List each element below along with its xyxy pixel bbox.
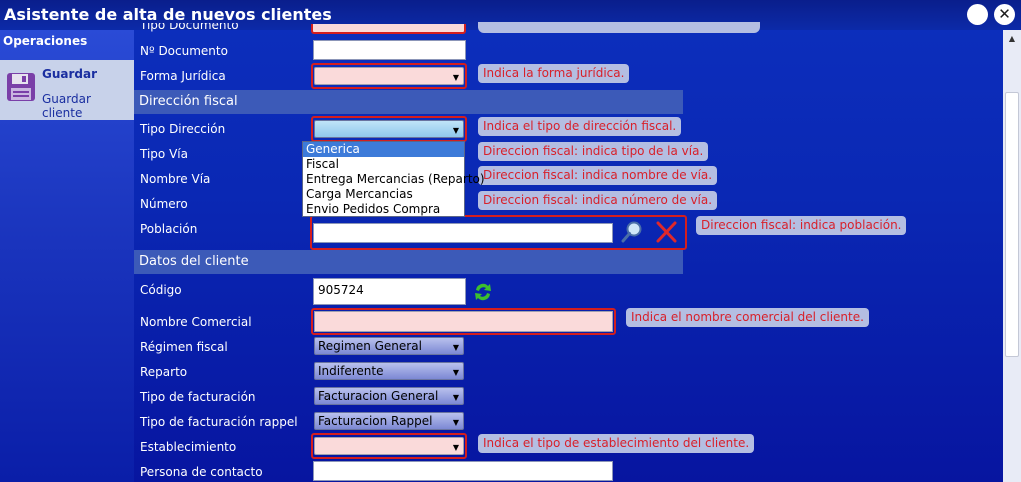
label-codigo: Código [140, 283, 182, 297]
label-numero: Número [140, 197, 188, 211]
chevron-down-icon: ▼ [452, 73, 459, 82]
close-button[interactable]: ✕ [994, 4, 1015, 25]
tipo-direccion-hint: Indica el tipo de dirección fiscal. [478, 117, 682, 136]
reparto-select[interactable]: Indiferente ▼ [314, 362, 464, 380]
tipo-facturacion-rappel-value: Facturacion Rappel [318, 414, 433, 428]
label-tipo-direccion: Tipo Dirección [140, 122, 226, 136]
nombre-via-hint: Direccion fiscal: indica nombre de vía. [478, 166, 718, 185]
help-button[interactable] [967, 4, 988, 25]
chevron-down-icon: ▼ [452, 126, 459, 135]
label-regimen-fiscal: Régimen fiscal [140, 340, 228, 354]
codigo-input[interactable]: 905724 [313, 278, 466, 305]
label-reparto: Reparto [140, 365, 188, 379]
reparto-value: Indiferente [318, 364, 384, 378]
label-tipo-facturacion: Tipo de facturación [140, 390, 256, 404]
operations-header: Operaciones [3, 34, 88, 48]
tipo-facturacion-select[interactable]: Facturacion General ▼ [314, 387, 464, 405]
persona-contacto-input[interactable] [313, 461, 613, 481]
poblacion-input[interactable] [313, 223, 613, 243]
section-datos-cliente: Datos del cliente [134, 250, 683, 274]
label-n-documento: Nº Documento [140, 44, 228, 58]
establecimiento-hint: Indica el tipo de establecimiento del cl… [478, 434, 755, 453]
label-persona-contacto: Persona de contacto [140, 465, 263, 479]
vertical-scrollbar[interactable]: ▲ [1003, 30, 1021, 482]
dropdown-option-entrega-mercancias[interactable]: Entrega Mercancias (Reparto) [303, 172, 485, 187]
scroll-up-arrow-icon[interactable]: ▲ [1003, 30, 1021, 47]
forma-juridica-hint: Indica la forma jurídica. [478, 64, 630, 83]
window-title: Asistente de alta de nuevos clientes [4, 5, 332, 24]
red-x-icon[interactable] [654, 220, 678, 244]
label-poblacion: Población [140, 222, 198, 236]
establecimiento-select[interactable]: ▼ [314, 437, 464, 455]
floppy-disk-icon [7, 73, 35, 101]
tipo-documento-hint [478, 22, 760, 33]
label-nombre-via: Nombre Vía [140, 172, 211, 186]
magnifier-icon[interactable] [621, 220, 643, 244]
label-tipo-via: Tipo Vía [140, 147, 188, 161]
label-forma-juridica: Forma Jurídica [140, 69, 226, 83]
tipo-documento-select[interactable] [311, 24, 466, 34]
label-establecimiento: Establecimiento [140, 440, 237, 454]
chevron-down-icon: ▼ [452, 368, 459, 377]
numero-hint: Direccion fiscal: indica número de vía. [478, 191, 718, 210]
tipo-direccion-dropdown-list: Generica Fiscal Entrega Mercancias (Repa… [302, 141, 485, 217]
regimen-fiscal-value: Regimen General [318, 339, 422, 353]
scrollbar-thumb[interactable] [1005, 92, 1019, 357]
tipo-facturacion-rappel-select[interactable]: Facturacion Rappel ▼ [314, 412, 464, 430]
save-operation[interactable]: Guardar Guardar cliente [0, 60, 134, 120]
chevron-down-icon: ▼ [452, 393, 459, 402]
chevron-down-icon: ▼ [452, 443, 459, 452]
nombre-comercial-input[interactable] [314, 311, 613, 332]
nombre-comercial-hint: Indica el nombre comercial del cliente. [626, 308, 869, 327]
forma-juridica-select[interactable]: ▼ [314, 67, 464, 85]
operations-sidebar: Operaciones Guardar Guardar cliente [0, 30, 134, 482]
dropdown-option-fiscal[interactable]: Fiscal [303, 157, 464, 172]
label-tipo-documento: Tipo Documento [140, 23, 239, 32]
chevron-down-icon: ▼ [452, 418, 459, 427]
poblacion-hint: Direccion fiscal: indica población. [696, 216, 907, 235]
tipo-direccion-select[interactable]: ▼ [314, 120, 464, 138]
section-direccion-fiscal: Dirección fiscal [134, 90, 683, 114]
regimen-fiscal-select[interactable]: Regimen General ▼ [314, 337, 464, 355]
tipo-via-hint: Direccion fiscal: indica tipo de la vía. [478, 142, 709, 161]
green-refresh-icon[interactable] [473, 280, 493, 304]
dropdown-option-envio-pedidos-compra[interactable]: Envio Pedidos Compra [303, 202, 464, 217]
dropdown-option-generica[interactable]: Generica [303, 142, 464, 157]
save-operation-subtitle: Guardar cliente [42, 92, 91, 120]
n-documento-input[interactable] [313, 40, 466, 60]
label-nombre-comercial: Nombre Comercial [140, 315, 252, 329]
tipo-facturacion-value: Facturacion General [318, 389, 439, 403]
save-operation-title: Guardar [42, 67, 98, 81]
label-tipo-facturacion-rappel: Tipo de facturación rappel [140, 415, 298, 429]
chevron-down-icon: ▼ [452, 343, 459, 352]
dropdown-option-carga-mercancias[interactable]: Carga Mercancias [303, 187, 464, 202]
